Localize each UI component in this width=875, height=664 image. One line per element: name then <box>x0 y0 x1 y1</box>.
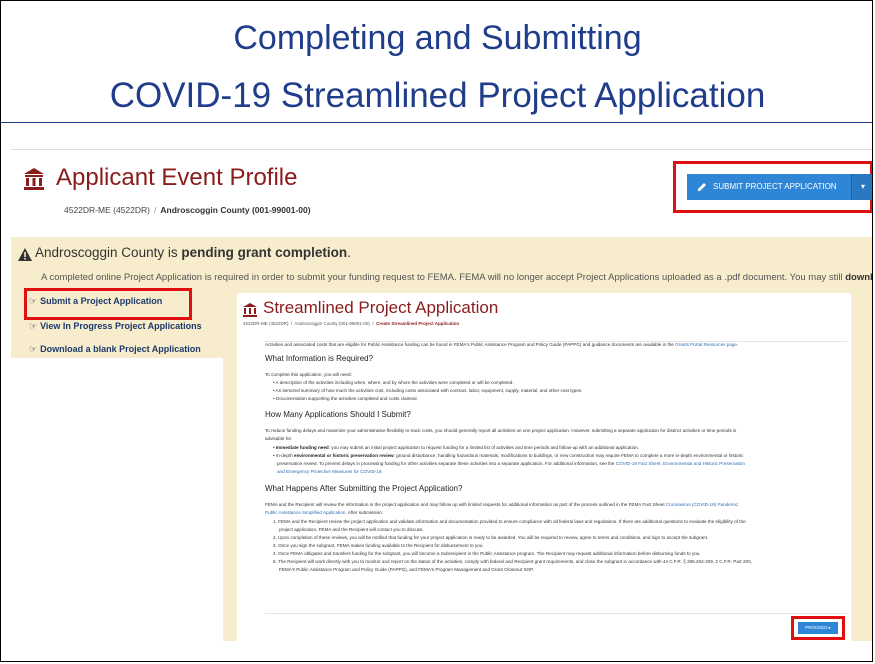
resources-link[interactable]: Grants Portal Resources page. <box>675 342 738 347</box>
breadcrumb: 4522DR-ME (4522DR) / Androscoggin County (… <box>64 205 311 215</box>
sidebar-item-view-in-progress[interactable]: ☞ View In Progress Project Applications <box>29 321 202 332</box>
submit-project-application-button[interactable]: SUBMIT PROJECT APPLICATION <box>687 174 851 200</box>
list-item-continued: preservation review. To prevent delays i… <box>277 461 745 466</box>
slide-frame: Completing and Submitting COVID-19 Strea… <box>0 0 873 662</box>
fact-sheet-link[interactable]: Coronavirus (COVID-19) Pandemic: <box>666 502 739 507</box>
title-divider <box>1 122 872 123</box>
sidebar-item-label: Download a blank Project Application <box>40 344 201 354</box>
breadcrumb-applicant: Androscoggin County (001-99001-00) <box>160 205 311 215</box>
panel-gutter <box>223 293 237 661</box>
ehp-fact-sheet-link[interactable]: COVID-19 Fact Sheet: Environmental and H… <box>616 461 745 466</box>
banner-title: Androscoggin County is pending grant com… <box>35 245 351 260</box>
download-blank-link[interactable]: download a blank Proje <box>845 272 872 283</box>
breadcrumb-event[interactable]: 4522DR-ME (4522DR) <box>64 205 150 215</box>
crumb-applicant[interactable]: Androscoggin County (001-99001-00) <box>295 321 370 326</box>
section-heading: What Information is Required? <box>265 354 374 363</box>
sidebar-item-label: View In Progress Project Applications <box>40 321 202 331</box>
slide-title: Completing and Submitting COVID-19 Strea… <box>1 1 872 121</box>
crumb-current: Create Streamlined Project Application <box>376 321 460 326</box>
list-item-continued: FEMA's Public Assistance Program and Pol… <box>279 567 534 572</box>
streamlined-title: Streamlined Project Application <box>263 298 499 317</box>
intro-text: Activities and associated costs that are… <box>265 342 739 347</box>
slide-title-line-1: Completing and Submitting <box>233 19 642 57</box>
submit-button-label: SUBMIT PROJECT APPLICATION <box>713 182 837 191</box>
submit-dropdown-toggle[interactable]: ▾ <box>851 174 872 200</box>
pencil-icon <box>698 183 706 191</box>
sidebar-item-download-blank[interactable]: ☞ Download a blank Project Application <box>29 344 201 355</box>
list-item: 4. Once FEMA obligates and transfers fun… <box>273 551 701 556</box>
crumb-event[interactable]: 4522DR-ME (4522DR) <box>243 321 289 326</box>
fact-sheet-link-cont[interactable]: Public Assistance Simplified Application <box>265 510 345 515</box>
warning-icon <box>18 248 32 261</box>
list-item-continued: project application, FEMA and the Recipi… <box>279 527 424 532</box>
panel-right-gutter <box>851 293 872 661</box>
proceed-button[interactable]: PROCEED ▸ <box>798 622 838 634</box>
list-item: 5. The Recipient will work directly with… <box>273 559 752 564</box>
ehp-fact-sheet-link-cont[interactable]: and Emergency Protective Measures for CO… <box>277 469 383 475</box>
paragraph: Public Assistance Simplified Application… <box>265 510 383 515</box>
paragraph: To reduce funding delays and maximize yo… <box>265 428 737 433</box>
list-item: 2. Upon completion of these reviews, you… <box>273 535 709 540</box>
list-item: • In-depth environmental or historic pre… <box>273 453 744 458</box>
list-item: • A description of the activities includ… <box>273 380 514 385</box>
breadcrumb-separator: / <box>153 205 157 215</box>
paragraph: advisable for: <box>265 436 293 441</box>
list-item: 3. Once you sign the subgrant, FEMA make… <box>273 543 484 548</box>
list-item: • Immediate funding need: you may submit… <box>273 445 639 450</box>
list-item: • An itemized summary of how much the ac… <box>273 388 583 393</box>
panel-bottom <box>223 641 872 661</box>
pointing-hand-icon: ☞ <box>29 321 38 331</box>
paragraph: To complete this application, you will n… <box>265 372 352 377</box>
page-title: Applicant Event Profile <box>56 164 298 191</box>
submit-link-highlight-box <box>24 288 192 320</box>
paragraph: FEMA and the Recipient will review the i… <box>265 502 740 507</box>
slide-title-line-2: COVID-19 Streamlined Project Application <box>109 76 766 115</box>
banner-period: . <box>347 245 351 260</box>
institution-icon <box>24 168 44 190</box>
section-heading: What Happens After Submitting the Projec… <box>265 484 463 493</box>
institution-icon <box>243 303 257 317</box>
banner-county: Androscoggin County is <box>35 245 182 260</box>
status-banner: Androscoggin County is pending grant com… <box>11 237 872 293</box>
pointing-hand-icon: ☞ <box>29 344 38 354</box>
doc-divider-bottom <box>265 613 847 614</box>
list-item: • Documentation supporting the activitie… <box>273 396 418 401</box>
section-heading: How Many Applications Should I Submit? <box>265 410 411 419</box>
banner-message-text: A completed online Project Application i… <box>41 272 846 283</box>
streamlined-breadcrumb: 4522DR-ME (4522DR) / Androscoggin County… <box>243 321 460 326</box>
banner-message: A completed online Project Application i… <box>41 272 872 283</box>
banner-status: pending grant completion <box>181 245 348 260</box>
list-item: 1. FEMA and the Recipient review the pro… <box>273 519 746 524</box>
